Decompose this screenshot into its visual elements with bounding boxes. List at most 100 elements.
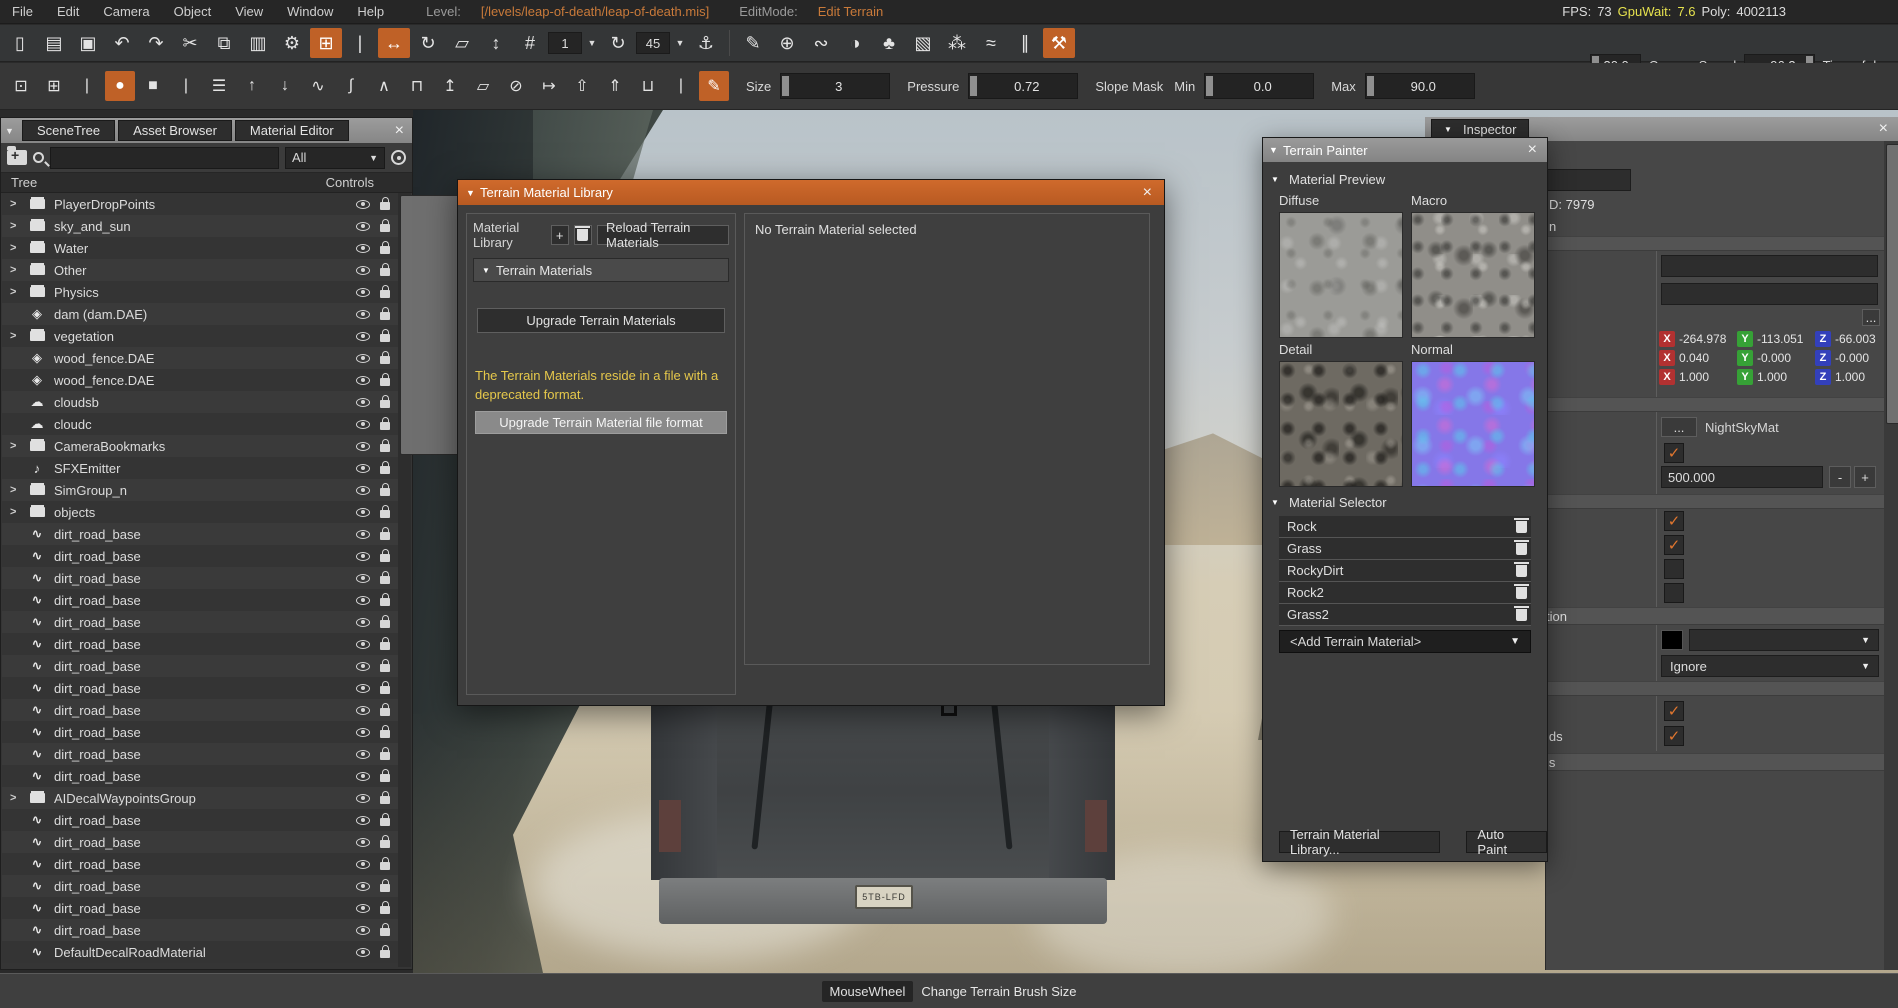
lock-icon[interactable] [380, 686, 390, 694]
lock-icon[interactable] [380, 246, 390, 254]
smooth-slope-icon[interactable]: ∫ [336, 71, 366, 101]
visibility-eye-icon[interactable] [356, 750, 370, 759]
panel-collapse-icon[interactable]: ▼ [1269, 145, 1283, 155]
expand-chevron-icon[interactable]: > [10, 506, 26, 518]
add-terrain-material-dropdown[interactable]: <Add Terrain Material> ▼ [1279, 630, 1531, 653]
expand-chevron-icon[interactable]: > [10, 286, 26, 298]
square-brush-icon[interactable]: ■ [138, 71, 168, 101]
delete-material-button[interactable] [574, 225, 592, 245]
material-preview-section-header[interactable]: ▼ Material Preview [1271, 172, 1531, 187]
section-strip[interactable] [1546, 236, 1884, 251]
lock-icon[interactable] [380, 862, 390, 870]
material-row[interactable]: RockyDirt [1279, 560, 1531, 582]
lock-icon[interactable] [380, 224, 390, 232]
decrement-button[interactable]: - [1829, 466, 1851, 488]
trash-icon[interactable] [1516, 521, 1527, 533]
tree-row[interactable]: dirt_road_base [2, 677, 398, 699]
checkbox-checked[interactable] [1664, 726, 1684, 746]
tree-row[interactable]: > sky_and_sun [2, 215, 398, 237]
redo-icon[interactable]: ↷ [140, 28, 172, 58]
slope-min-field[interactable]: 0.0 [1204, 73, 1314, 99]
tree-row[interactable]: dirt_road_base [2, 743, 398, 765]
tree-row[interactable]: dirt_road_base [2, 523, 398, 545]
trash-icon[interactable] [1516, 587, 1527, 599]
visibility-eye-icon[interactable] [356, 464, 370, 473]
lock-icon[interactable] [380, 466, 390, 474]
increment-button[interactable]: + [1854, 466, 1876, 488]
terrain-painter-titlebar[interactable]: ▼ Terrain Painter × [1263, 138, 1547, 162]
tree-row[interactable]: > Water [2, 237, 398, 259]
add-material-button[interactable]: + [551, 225, 569, 245]
menu-item[interactable]: Window [275, 0, 345, 24]
rotate-tool-icon[interactable]: ↻ [412, 28, 444, 58]
tree-row[interactable]: dirt_road_base [2, 699, 398, 721]
lock-icon[interactable] [380, 488, 390, 496]
y-value[interactable]: -113.051 [1757, 332, 1809, 346]
inspector-field[interactable] [1661, 283, 1878, 305]
lock-icon[interactable] [380, 532, 390, 540]
material-row[interactable]: Grass [1279, 538, 1531, 560]
visibility-eye-icon[interactable] [356, 376, 370, 385]
close-icon[interactable]: × [1524, 142, 1541, 158]
section-strip[interactable] [1546, 494, 1884, 509]
object-name-field[interactable] [1546, 169, 1631, 191]
color-dropdown[interactable]: ▼ [1689, 629, 1879, 651]
tree-row[interactable]: dirt_road_base [2, 567, 398, 589]
bounds-tool-icon[interactable]: ↕ [480, 28, 512, 58]
tree-row[interactable]: > vegetation [2, 325, 398, 347]
save-icon[interactable]: ▣ [72, 28, 104, 58]
road-spline-icon[interactable]: ∾ [805, 28, 837, 58]
tree-row[interactable]: cloudsb [2, 391, 398, 413]
stamp-raise-icon[interactable]: ⇧ [567, 71, 597, 101]
section-strip[interactable] [1546, 681, 1884, 696]
tree-row[interactable]: dirt_road_base [2, 545, 398, 567]
x-value[interactable]: -264.978 [1679, 332, 1731, 346]
slope-min-slider[interactable] [1206, 76, 1213, 96]
flatten-icon[interactable]: ⊓ [402, 71, 432, 101]
visibility-eye-icon[interactable] [356, 486, 370, 495]
set-empty-icon[interactable]: ↦ [534, 71, 564, 101]
lock-icon[interactable] [380, 598, 390, 606]
x-value[interactable]: 1.000 [1679, 370, 1731, 384]
z-value[interactable]: -0.000 [1835, 351, 1885, 365]
panel-collapse-icon[interactable]: ▼ [1444, 125, 1458, 134]
visibility-eye-icon[interactable] [356, 310, 370, 319]
ignore-dropdown[interactable]: Ignore ▼ [1661, 655, 1879, 677]
trash-icon[interactable] [1516, 565, 1527, 577]
terrain-materials-section-header[interactable]: ▼ Terrain Materials [473, 258, 729, 282]
section-collapse-icon[interactable]: ▼ [1271, 175, 1285, 184]
tree-row[interactable]: dirt_road_base [2, 919, 398, 941]
brush-size-field[interactable]: 3 [780, 73, 890, 99]
tree-row[interactable]: dirt_road_base [2, 655, 398, 677]
add-group-icon[interactable] [7, 150, 27, 165]
menu-item[interactable]: View [223, 0, 275, 24]
visibility-eye-icon[interactable] [356, 332, 370, 341]
section-collapse-icon[interactable]: ▼ [482, 266, 496, 275]
brush-pressure-field[interactable]: 0.72 [968, 73, 1078, 99]
tree-row[interactable]: dirt_road_base [2, 853, 398, 875]
lock-icon[interactable] [380, 312, 390, 320]
snap-size-dropdown-icon[interactable]: ▼ [584, 32, 600, 54]
visibility-eye-icon[interactable] [356, 684, 370, 693]
visibility-eye-icon[interactable] [356, 222, 370, 231]
close-icon[interactable]: × [391, 123, 408, 139]
tree-scrollbar[interactable] [398, 193, 411, 967]
lock-icon[interactable] [380, 840, 390, 848]
color-swatch[interactable] [1661, 630, 1683, 650]
sculpt-icon[interactable]: ◑ [839, 28, 871, 58]
lower-height-icon[interactable]: ↓ [270, 71, 300, 101]
object-editor-icon[interactable]: ✎ [737, 28, 769, 58]
tree-row[interactable]: dirt_road_base [2, 809, 398, 831]
trash-icon[interactable] [1516, 543, 1527, 555]
visibility-eye-icon[interactable] [356, 926, 370, 935]
expand-chevron-icon[interactable]: > [10, 242, 26, 254]
tree-row[interactable]: wood_fence.DAE [2, 369, 398, 391]
new-file-icon[interactable]: ▯ [4, 28, 36, 58]
numeric-field-500[interactable]: 500.000 [1661, 466, 1823, 488]
add-object-icon[interactable]: ⊕ [771, 28, 803, 58]
tab-inspector[interactable]: ▼ Inspector [1431, 119, 1529, 139]
visibility-eye-icon[interactable] [356, 552, 370, 561]
tree-row[interactable]: SFXEmitter [2, 457, 398, 479]
expand-chevron-icon[interactable]: > [10, 330, 26, 342]
tree-row[interactable]: > CameraBookmarks [2, 435, 398, 457]
